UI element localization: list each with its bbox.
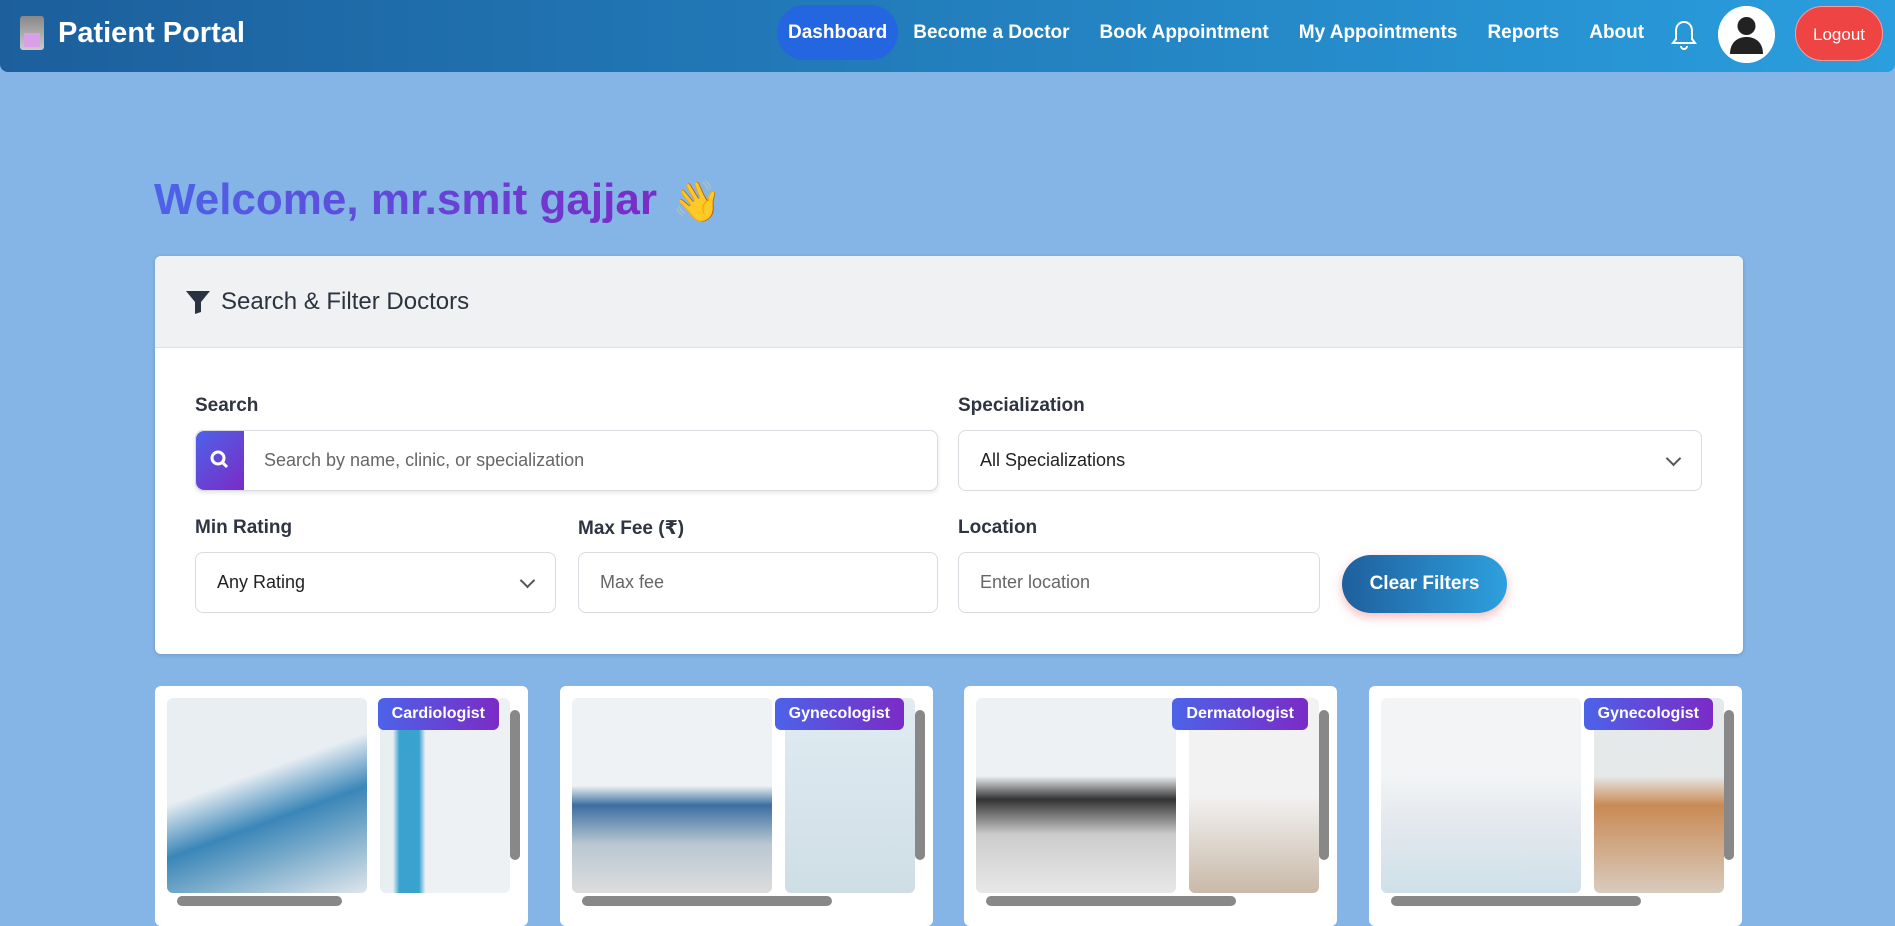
specialization-badge: Gynecologist [1583,698,1713,730]
location-placeholder: Enter location [980,572,1091,592]
logout-button[interactable]: Logout [1795,6,1883,61]
vertical-scrollbar[interactable] [510,710,520,860]
specialization-select[interactable]: All Specializations [958,430,1702,491]
avatar[interactable] [1718,6,1775,63]
clinic-image [976,698,1176,893]
search-label: Search [195,395,259,416]
nav-about[interactable]: About [1574,5,1659,60]
max-fee-input[interactable]: Max fee [578,552,938,613]
horizontal-scrollbar[interactable] [1391,896,1641,906]
min-rating-label: Min Rating [195,517,293,538]
brand[interactable]: Patient Portal [20,16,245,50]
nav-become-doctor[interactable]: Become a Doctor [898,5,1084,60]
doctor-card[interactable]: Gynecologist [1369,686,1742,926]
search-placeholder: Search by name, clinic, or specializatio… [264,450,585,470]
wave-emoji: 👋 [672,180,722,224]
bell-icon[interactable] [1671,19,1697,51]
hospital-icon [20,16,44,50]
specialization-badge: Cardiologist [377,698,499,730]
doctor-card[interactable]: Dermatologist [964,686,1337,926]
search-input[interactable]: Search by name, clinic, or specializatio… [195,430,938,491]
max-fee-label: Max Fee (₹) [578,518,685,539]
horizontal-scrollbar[interactable] [177,896,342,906]
location-input[interactable]: Enter location [958,552,1320,613]
nav-reports[interactable]: Reports [1472,5,1574,60]
clinic-image [572,698,772,893]
clinic-image [167,698,367,893]
chevron-down-icon [519,572,536,589]
min-rating-value: Any Rating [217,572,306,592]
clinic-image [1381,698,1581,893]
horizontal-scrollbar[interactable] [582,896,832,906]
search-icon [210,450,229,469]
specialization-value: All Specializations [980,450,1126,470]
vertical-scrollbar[interactable] [1724,710,1734,860]
search-button[interactable] [196,431,244,490]
filter-icon [186,290,210,314]
nav-my-appointments[interactable]: My Appointments [1284,5,1473,60]
doctor-card[interactable]: Cardiologist [155,686,528,926]
navbar: Patient Portal Dashboard Become a Doctor… [0,0,1895,72]
chevron-down-icon [1665,450,1682,467]
vertical-scrollbar[interactable] [1319,710,1329,860]
vertical-scrollbar[interactable] [915,710,925,860]
welcome-heading: Welcome, mr.smit gajjar [154,175,657,224]
max-fee-placeholder: Max fee [600,572,665,592]
clear-filters-button[interactable]: Clear Filters [1342,555,1507,613]
min-rating-select[interactable]: Any Rating [195,552,556,613]
location-label: Location [958,517,1038,538]
brand-title: Patient Portal [58,16,245,49]
horizontal-scrollbar[interactable] [986,896,1236,906]
specialization-label: Specialization [958,395,1085,416]
specialization-badge: Gynecologist [774,698,904,730]
nav-dashboard[interactable]: Dashboard [777,5,899,60]
nav-book-appointment[interactable]: Book Appointment [1085,5,1284,60]
doctor-card[interactable]: Gynecologist [560,686,933,926]
filter-title: Search & Filter Doctors [221,287,470,315]
specialization-badge: Dermatologist [1172,698,1308,730]
